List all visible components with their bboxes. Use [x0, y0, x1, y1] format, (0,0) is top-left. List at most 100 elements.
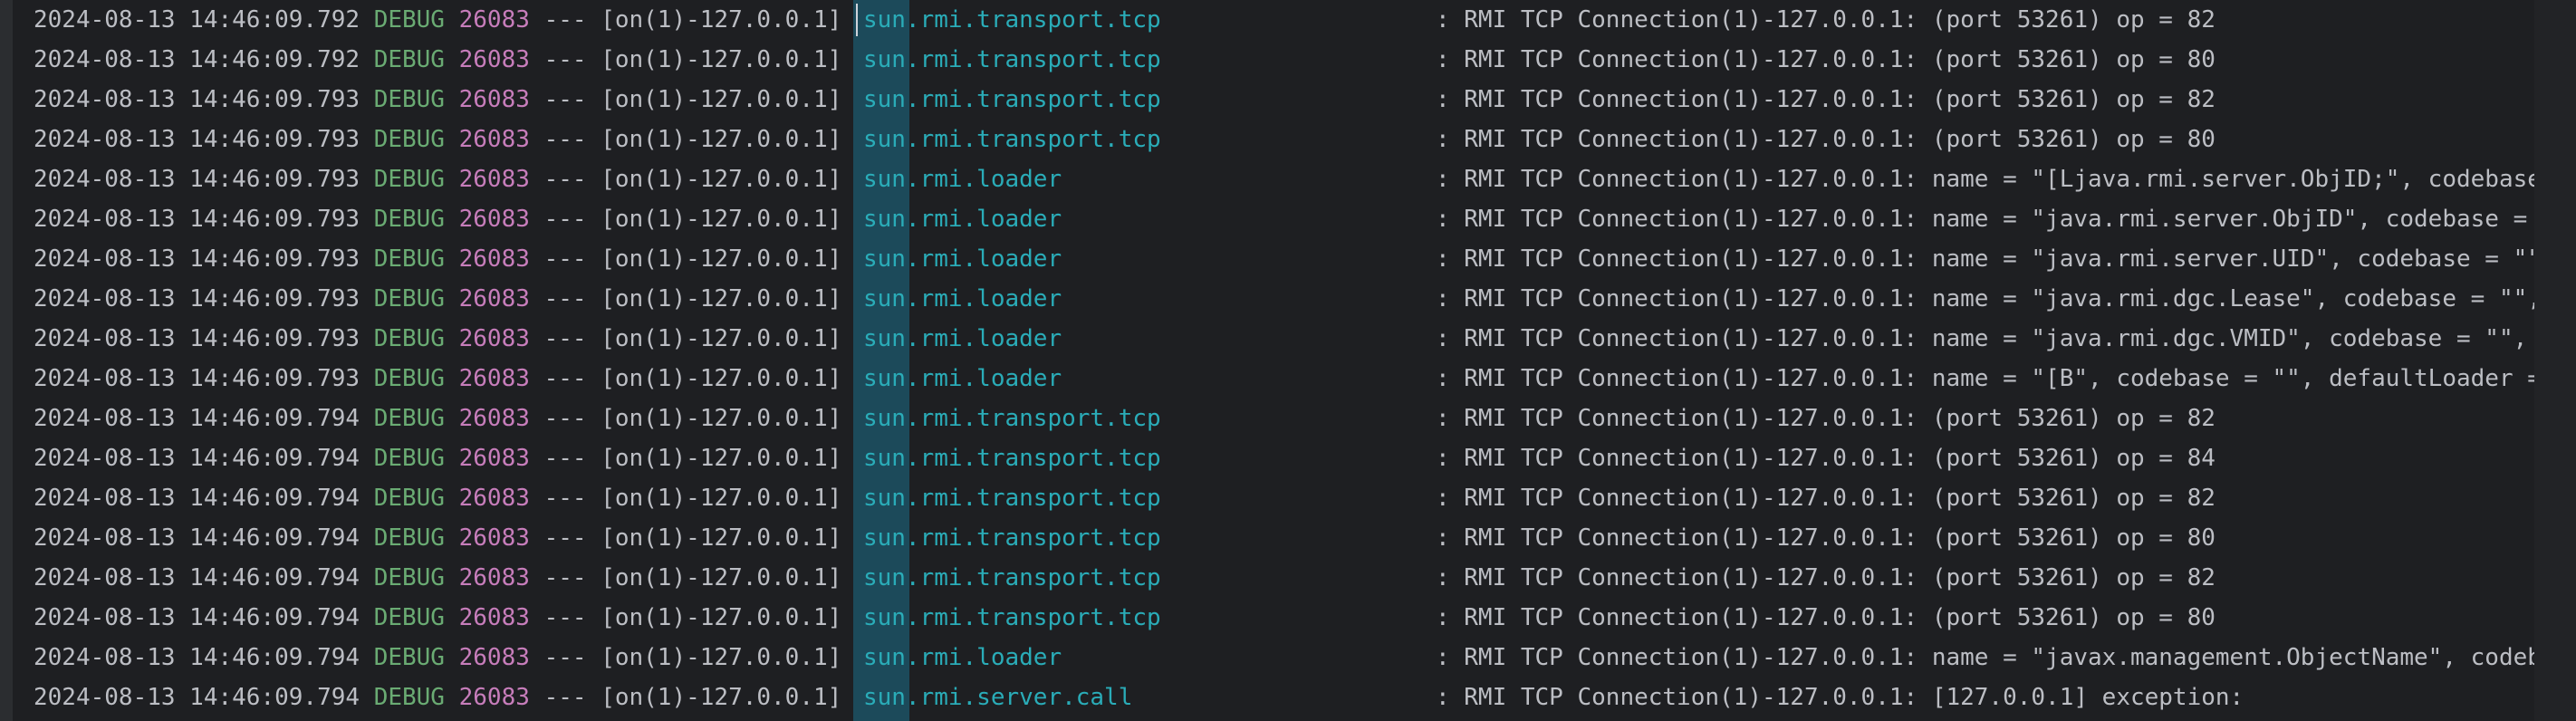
log-line[interactable]: 2024-08-13 14:46:09.792 DEBUG 26083 --- …: [34, 0, 2533, 40]
log-level: DEBUG: [373, 46, 445, 73]
text-caret: [855, 4, 858, 36]
log-timestamp: 2024-08-13 14:46:09.793: [34, 86, 360, 113]
log-thread: [on(1)-127.0.0.1]: [601, 684, 842, 711]
log-level: DEBUG: [373, 166, 445, 193]
log-line[interactable]: 2024-08-13 14:46:09.794 DEBUG 26083 --- …: [34, 478, 2533, 518]
log-line[interactable]: 2024-08-13 14:46:09.792 DEBUG 26083 --- …: [34, 40, 2533, 80]
log-thread: [on(1)-127.0.0.1]: [601, 285, 842, 312]
log-logger: sun.rmi.loader: [862, 206, 1062, 233]
log-logger: sun.rmi.transport.tcp: [855, 0, 1436, 40]
log-logger: sun.rmi.server.call: [862, 684, 1133, 711]
log-thread: [on(1)-127.0.0.1]: [601, 644, 842, 671]
log-separator: ---: [543, 644, 587, 671]
scrollbar-track[interactable]: [2534, 0, 2576, 721]
log-line[interactable]: 2024-08-13 14:46:09.793 DEBUG 26083 --- …: [34, 120, 2533, 159]
log-thread: [on(1)-127.0.0.1]: [601, 485, 842, 512]
log-level: DEBUG: [373, 684, 445, 711]
log-timestamp: 2024-08-13 14:46:09.793: [34, 285, 360, 312]
log-pid: 26083: [458, 245, 530, 273]
log-separator: ---: [543, 604, 587, 631]
log-logger: sun.rmi.transport.tcp: [862, 405, 1161, 432]
log-line[interactable]: 2024-08-13 14:46:09.793 DEBUG 26083 --- …: [34, 80, 2533, 120]
console-output[interactable]: 2024-08-13 14:46:09.792 DEBUG 26083 --- …: [0, 0, 2576, 721]
log-level: DEBUG: [373, 644, 445, 671]
log-pid: 26083: [458, 166, 530, 193]
log-timestamp: 2024-08-13 14:46:09.793: [34, 365, 360, 392]
log-timestamp: 2024-08-13 14:46:09.793: [34, 166, 360, 193]
log-level: DEBUG: [373, 285, 445, 312]
log-pid: 26083: [458, 365, 530, 392]
log-separator: ---: [543, 684, 587, 711]
log-timestamp: 2024-08-13 14:46:09.794: [34, 524, 360, 552]
log-thread: [on(1)-127.0.0.1]: [601, 46, 842, 73]
log-separator: ---: [543, 206, 587, 233]
log-line[interactable]: 2024-08-13 14:46:09.794 DEBUG 26083 --- …: [34, 638, 2542, 678]
log-line[interactable]: 2024-08-13 14:46:09.793 DEBUG 26083 --- …: [34, 319, 2533, 359]
log-level: DEBUG: [373, 86, 445, 113]
log-message: : RMI TCP Connection(1)-127.0.0.1: name …: [1435, 206, 2528, 233]
log-thread: [on(1)-127.0.0.1]: [601, 365, 842, 392]
log-logger: sun.rmi.transport.tcp: [862, 485, 1161, 512]
log-pid: 26083: [458, 485, 530, 512]
log-logger: sun.rmi.transport.tcp: [862, 604, 1161, 631]
log-message: : RMI TCP Connection(1)-127.0.0.1: name …: [1435, 166, 2542, 193]
log-thread: [on(1)-127.0.0.1]: [601, 564, 842, 591]
log-level: DEBUG: [373, 485, 445, 512]
log-line[interactable]: 2024-08-13 14:46:09.794 DEBUG 26083 --- …: [34, 518, 2533, 558]
log-line[interactable]: 2024-08-13 14:46:09.793 DEBUG 26083 --- …: [34, 239, 2542, 279]
log-pid: 26083: [458, 604, 530, 631]
log-message: : RMI TCP Connection(1)-127.0.0.1: (port…: [1435, 405, 2216, 432]
log-message: : RMI TCP Connection(1)-127.0.0.1: name …: [1435, 245, 2542, 273]
log-line[interactable]: 2024-08-13 14:46:09.794 DEBUG 26083 --- …: [34, 678, 2533, 717]
log-thread: [on(1)-127.0.0.1]: [601, 6, 842, 34]
log-line[interactable]: 2024-08-13 14:46:09.794 DEBUG 26083 --- …: [34, 438, 2533, 478]
log-pid: 26083: [458, 684, 530, 711]
log-pid: 26083: [458, 325, 530, 352]
log-lines[interactable]: 2024-08-13 14:46:09.792 DEBUG 26083 --- …: [34, 0, 2542, 721]
log-message: : RMI TCP Connection(1)-127.0.0.1: name …: [1435, 285, 2542, 312]
log-message: : RMI TCP Connection(1)-127.0.0.1: (port…: [1435, 564, 2216, 591]
log-separator: ---: [543, 6, 587, 34]
log-separator: ---: [543, 46, 587, 73]
log-logger: sun.rmi.transport.tcp: [862, 445, 1161, 472]
log-thread: [on(1)-127.0.0.1]: [601, 445, 842, 472]
log-timestamp: 2024-08-13 14:46:09.793: [34, 126, 360, 153]
log-separator: ---: [543, 166, 587, 193]
log-line[interactable]: 2024-08-13 14:46:09.793 DEBUG 26083 --- …: [34, 359, 2542, 399]
log-pid: 26083: [458, 405, 530, 432]
log-pid: 26083: [458, 126, 530, 153]
log-line[interactable]: 2024-08-13 14:46:09.793 DEBUG 26083 --- …: [34, 159, 2542, 199]
log-pid: 26083: [458, 46, 530, 73]
log-line[interactable]: 2024-08-13 14:46:09.793 DEBUG 26083 --- …: [34, 279, 2542, 319]
log-logger: sun.rmi.transport.tcp: [862, 564, 1161, 591]
log-message: : RMI TCP Connection(1)-127.0.0.1: (port…: [1435, 524, 2216, 552]
log-line[interactable]: 2024-08-13 14:46:09.794 DEBUG 26083 --- …: [34, 598, 2533, 638]
log-line[interactable]: 2024-08-13 14:46:09.793 DEBUG 26083 --- …: [34, 199, 2533, 239]
log-line[interactable]: 2024-08-13 14:46:09.794 DEBUG 26083 --- …: [34, 399, 2533, 438]
log-timestamp: 2024-08-13 14:46:09.792: [34, 46, 360, 73]
log-message: : RMI TCP Connection(1)-127.0.0.1: [127.…: [1435, 684, 2244, 711]
log-timestamp: 2024-08-13 14:46:09.793: [34, 325, 360, 352]
log-message: : RMI TCP Connection(1)-127.0.0.1: (port…: [1435, 445, 2216, 472]
log-line[interactable]: 2024-08-13 14:46:09.794 DEBUG 26083 --- …: [34, 558, 2533, 598]
log-thread: [on(1)-127.0.0.1]: [601, 325, 842, 352]
log-timestamp: 2024-08-13 14:46:09.793: [34, 206, 360, 233]
log-level: DEBUG: [373, 126, 445, 153]
log-timestamp: 2024-08-13 14:46:09.794: [34, 445, 360, 472]
log-separator: ---: [543, 325, 587, 352]
log-thread: [on(1)-127.0.0.1]: [601, 126, 842, 153]
log-pid: 26083: [458, 86, 530, 113]
console-gutter: [0, 0, 13, 721]
log-message: : RMI TCP Connection(1)-127.0.0.1: (port…: [1435, 126, 2216, 153]
log-pid: 26083: [458, 644, 530, 671]
log-logger: sun.rmi.transport.tcp: [862, 86, 1161, 113]
log-logger: sun.rmi.loader: [862, 365, 1062, 392]
log-separator: ---: [543, 564, 587, 591]
log-timestamp: 2024-08-13 14:46:09.794: [34, 604, 360, 631]
log-separator: ---: [543, 365, 587, 392]
log-logger: sun.rmi.loader: [862, 245, 1062, 273]
log-message: : RMI TCP Connection(1)-127.0.0.1: name …: [1435, 365, 2542, 392]
log-separator: ---: [543, 86, 587, 113]
log-timestamp: 2024-08-13 14:46:09.794: [34, 684, 360, 711]
log-pid: 26083: [458, 6, 530, 34]
